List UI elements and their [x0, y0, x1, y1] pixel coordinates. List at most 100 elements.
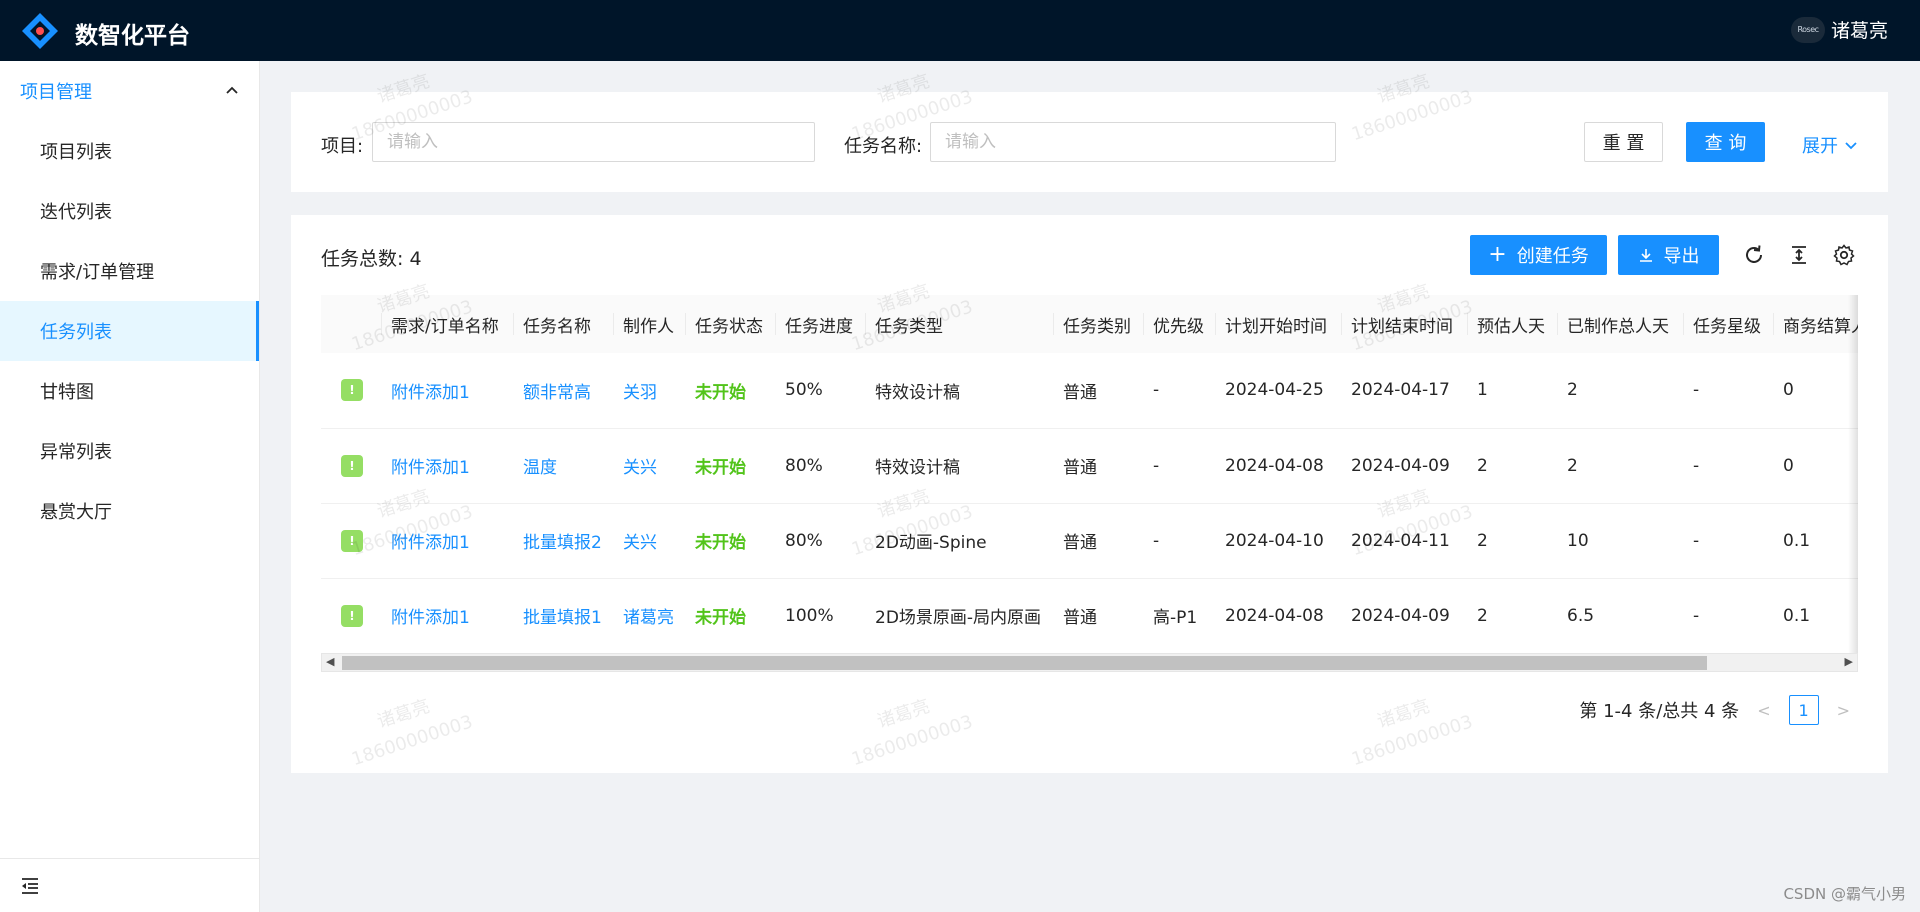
expand-label: 展开	[1802, 136, 1838, 157]
task-type-icon: !	[341, 604, 363, 627]
reload-icon[interactable]	[1742, 243, 1766, 267]
table-cell: 2024-04-25	[1215, 353, 1341, 429]
project-input[interactable]	[372, 122, 815, 162]
table-cell[interactable]: 关羽	[613, 353, 685, 429]
table-cell[interactable]: 批量填报2	[513, 503, 613, 579]
table-cell: 0.1	[1773, 503, 1858, 579]
table-cell: 2024-04-09	[1341, 578, 1467, 654]
sidebar-item-label: 迭代列表	[40, 202, 112, 223]
table-cell[interactable]: 附件添加1	[381, 353, 513, 429]
column-header[interactable]: 任务类型	[865, 295, 1053, 353]
column-header[interactable]: 任务名称	[513, 295, 613, 353]
column-height-icon[interactable]	[1787, 243, 1811, 267]
app-title: 数智化平台	[75, 23, 190, 49]
column-header[interactable]: 制作人	[613, 295, 685, 353]
task-table-panel: 任务总数: 4 + 创建任务 导出 需求/订单名称 任务名称 制作人 任务状态 …	[291, 215, 1888, 773]
scroll-left-icon[interactable]: ◀	[326, 655, 334, 668]
column-header[interactable]: 任务类别	[1053, 295, 1143, 353]
table-cell[interactable]: 关兴	[613, 503, 685, 579]
table-body: ! 附件添加1 额非常高 关羽 未开始 50% 特效设计稿 普通 -2024-04-25 2024…	[321, 353, 1858, 654]
table-cell[interactable]: 关兴	[613, 428, 685, 504]
sidebar-item-label: 项目列表	[40, 142, 112, 163]
sidebar-item-task-list[interactable]: 任务列表	[0, 301, 259, 361]
table-cell: 6.5	[1557, 578, 1683, 654]
sidebar-item-exception-list[interactable]: 异常列表	[0, 421, 259, 481]
column-header[interactable]: 预估人天	[1467, 295, 1557, 353]
export-label: 导出	[1663, 246, 1700, 267]
avatar: Rosec	[1790, 16, 1825, 43]
table-cell: 2D场景原画-局内原画	[865, 578, 1053, 654]
horizontal-scrollbar[interactable]: ◀ ▶	[321, 653, 1858, 672]
table-cell: 100%	[775, 578, 865, 654]
table-cell[interactable]: 诸葛亮	[613, 578, 685, 654]
query-button[interactable]: 查 询	[1686, 122, 1765, 162]
sidebar-item-label: 需求/订单管理	[40, 262, 155, 283]
table-cell: 10	[1557, 503, 1683, 579]
create-task-button[interactable]: + 创建任务	[1470, 235, 1607, 275]
table-cell: 未开始	[685, 503, 775, 579]
setting-icon[interactable]	[1832, 243, 1856, 267]
next-page-icon[interactable]: >	[1837, 701, 1850, 720]
column-header[interactable]: 计划开始时间	[1215, 295, 1341, 353]
task-type-icon: !	[341, 529, 363, 552]
task-name-label: 任务名称:	[844, 136, 923, 157]
sidebar-collapse-button[interactable]	[0, 858, 260, 912]
column-header[interactable]: 需求/订单名称	[381, 295, 513, 353]
table-cell[interactable]: 附件添加1	[381, 578, 513, 654]
chevron-down-icon	[1845, 142, 1857, 150]
column-header[interactable]: 优先级	[1143, 295, 1215, 353]
user-menu[interactable]: Rosec 诸葛亮	[1790, 16, 1888, 43]
table-cell: 未开始	[685, 353, 775, 429]
table-cell: -	[1143, 428, 1215, 504]
menu-group-label: 项目管理	[20, 82, 92, 103]
table-row: ! 附件添加1 批量填报1 诸葛亮 未开始 100% 2D场景原画-局内原画 普通 高-P1 20…	[321, 578, 1858, 654]
reset-button[interactable]: 重 置	[1584, 122, 1663, 162]
sidebar-item-label: 悬赏大厅	[40, 502, 112, 523]
prev-page-icon[interactable]: <	[1757, 701, 1770, 720]
column-header[interactable]: 已制作总人天	[1557, 295, 1683, 353]
search-panel: 项目: 任务名称: 重 置 查 询 展开	[291, 92, 1888, 192]
sidebar-item-iteration-list[interactable]: 迭代列表	[0, 181, 259, 241]
sidebar-item-gantt[interactable]: 甘特图	[0, 361, 259, 421]
table-cell: 特效设计稿	[865, 428, 1053, 504]
table-row: ! 附件添加1 额非常高 关羽 未开始 50% 特效设计稿 普通 -2024-04-25 2024…	[321, 353, 1858, 429]
task-table: 需求/订单名称 任务名称 制作人 任务状态 任务进度 任务类型 任务类别 优先级…	[321, 295, 1858, 673]
sidebar: 项目管理 项目列表 迭代列表 需求/订单管理 任务列表 甘特图 异常列表 悬赏大…	[0, 61, 260, 912]
scrollbar-thumb[interactable]	[342, 656, 1707, 670]
sidebar-item-label: 异常列表	[40, 442, 112, 463]
table-cell[interactable]: 批量填报1	[513, 578, 613, 654]
menu-group-project-management[interactable]: 项目管理	[0, 61, 259, 121]
row-icon-cell: !	[321, 503, 381, 579]
table-cell: 高-P1	[1143, 578, 1215, 654]
logo-icon	[22, 13, 58, 49]
scroll-right-icon[interactable]: ▶	[1845, 655, 1853, 668]
table-cell: 2	[1467, 578, 1557, 654]
row-icon-cell: !	[321, 428, 381, 504]
column-header[interactable]: 任务星级	[1683, 295, 1773, 353]
table-cell: 2024-04-17	[1341, 353, 1467, 429]
column-header[interactable]: 商务结算人天	[1773, 295, 1858, 353]
table-cell[interactable]: 额非常高	[513, 353, 613, 429]
column-header[interactable]: 计划结束时间	[1341, 295, 1467, 353]
table-cell[interactable]: 温度	[513, 428, 613, 504]
plus-icon: +	[1488, 242, 1507, 267]
task-type-icon: !	[341, 379, 363, 402]
sidebar-item-project-list[interactable]: 项目列表	[0, 121, 259, 181]
username: 诸葛亮	[1830, 20, 1888, 42]
expand-toggle[interactable]: 展开	[1802, 132, 1858, 158]
column-header[interactable]: 任务状态	[685, 295, 775, 353]
export-button[interactable]: 导出	[1618, 235, 1719, 275]
table-cell: 50%	[775, 353, 865, 429]
sidebar-item-requirement-order[interactable]: 需求/订单管理	[0, 241, 259, 301]
table-cell: 2	[1557, 353, 1683, 429]
table-cell[interactable]: 附件添加1	[381, 428, 513, 504]
sidebar-item-bounty-hall[interactable]: 悬赏大厅	[0, 481, 259, 541]
column-header[interactable]: 任务进度	[775, 295, 865, 353]
top-header: 数智化平台 Rosec 诸葛亮	[0, 0, 1920, 61]
table-cell: 2024-04-09	[1341, 428, 1467, 504]
table-cell: -	[1683, 578, 1773, 654]
table-cell[interactable]: 附件添加1	[381, 503, 513, 579]
page-number[interactable]: 1	[1788, 695, 1819, 725]
task-name-input[interactable]	[930, 122, 1336, 162]
table-header-row: 需求/订单名称 任务名称 制作人 任务状态 任务进度 任务类型 任务类别 优先级…	[321, 295, 1858, 353]
